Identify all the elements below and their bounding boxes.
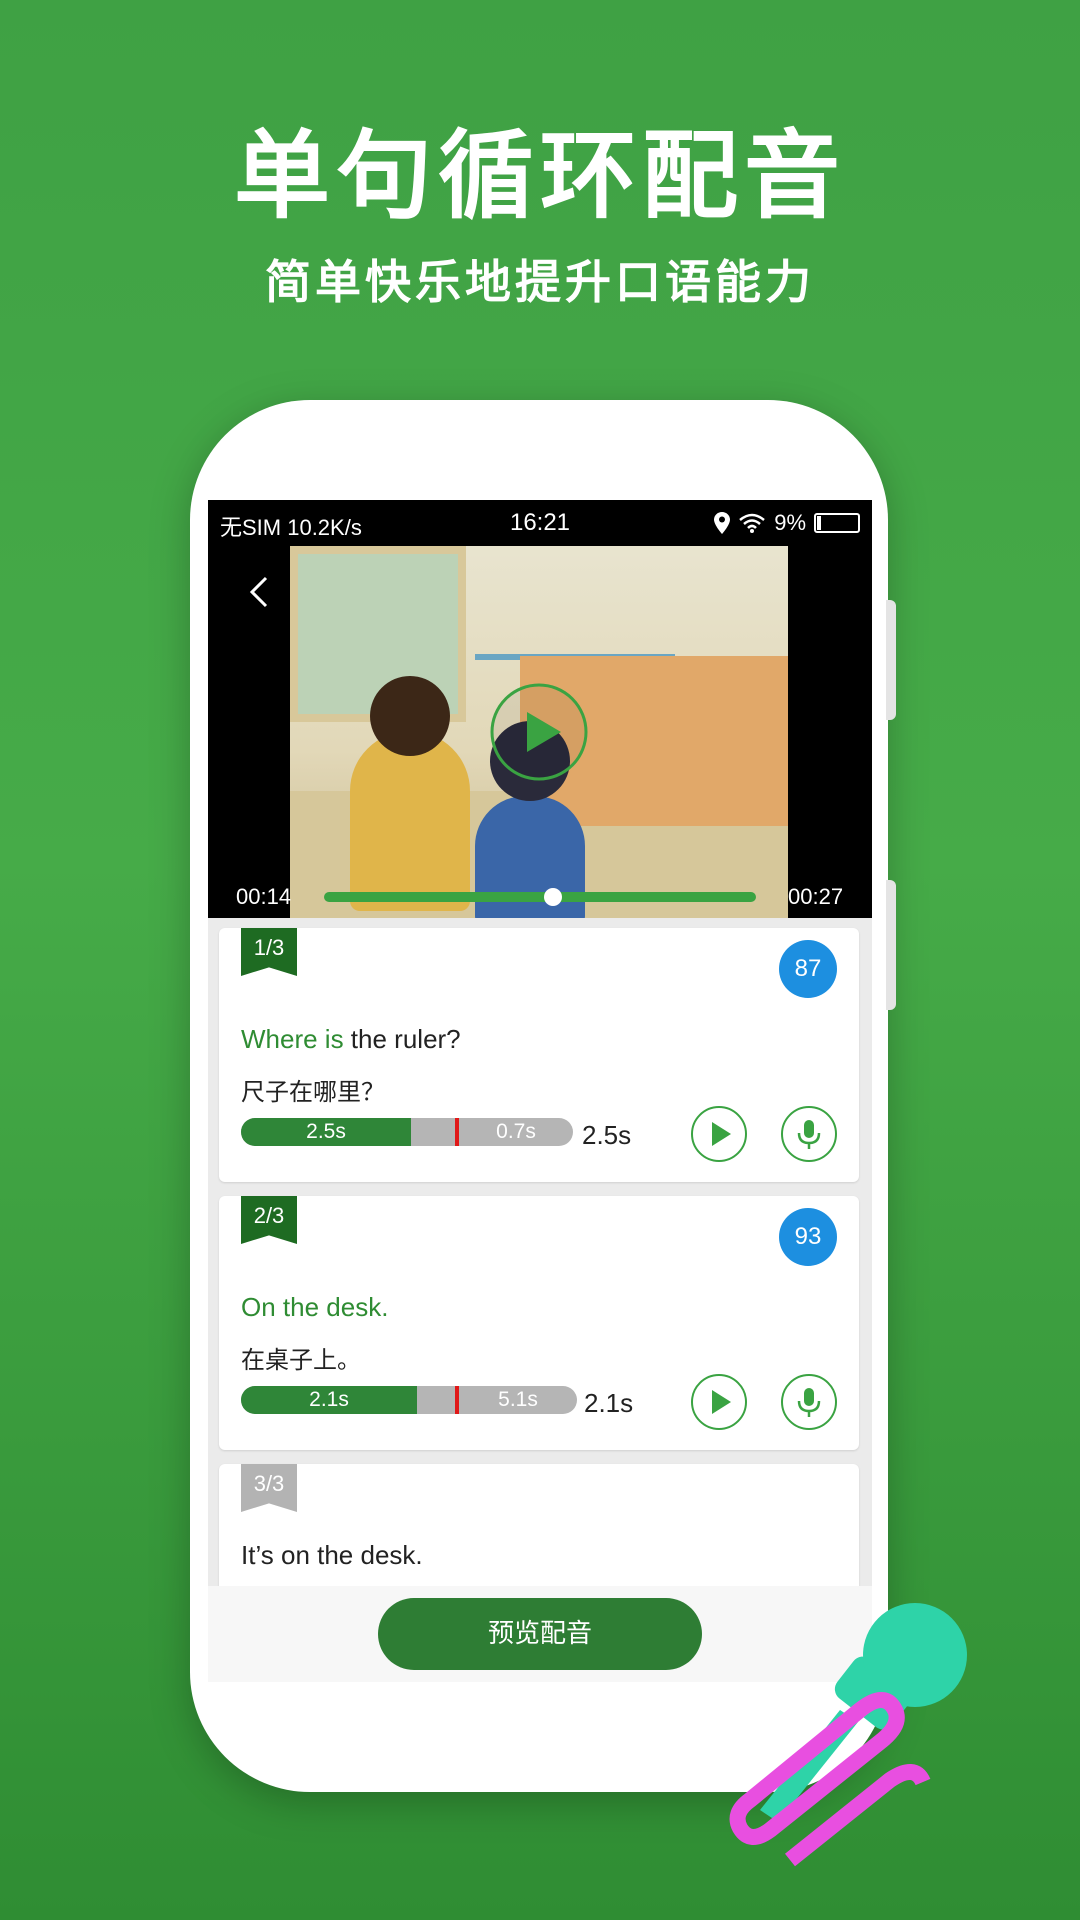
sentence-duration: 2.5s — [582, 1120, 632, 1150]
play-icon — [712, 1390, 731, 1414]
video-player[interactable]: 00:14 00:27 — [208, 546, 872, 918]
video-current-time: 00:14 — [236, 884, 292, 909]
sentence-index-tag: 3/3 — [241, 1464, 297, 1512]
sentence-card[interactable]: 1/3 87 Where is the ruler? 尺子在哪里？ 2.5s 0… — [219, 928, 859, 1182]
subheadline: 简单快乐地提升口语能力 — [265, 255, 815, 309]
sentence-index-tag: 2/3 — [241, 1196, 297, 1244]
recording-progress-bar: 2.1s 5.1s — [241, 1386, 577, 1414]
wifi-icon — [739, 513, 766, 533]
video-progress-thumb[interactable] — [544, 888, 562, 906]
sentence-translation: 尺子在哪里？ — [241, 1078, 385, 1106]
play-icon — [712, 1122, 731, 1146]
battery-icon — [814, 513, 860, 533]
sentence-english: On the desk. — [241, 1292, 389, 1322]
video-progress-bar[interactable] — [324, 892, 756, 902]
sentence-card[interactable]: 2/3 93 On the desk. 在桌子上。 2.1s 5.1s 2.1s — [219, 1196, 859, 1450]
sentence-translation: 在桌子上。 — [241, 1346, 361, 1374]
record-button[interactable] — [781, 1374, 837, 1430]
score-badge: 93 — [779, 1208, 837, 1266]
battery-percent: 9% — [774, 510, 806, 535]
status-bar: 无SIM 10.2K/s 16:21 9% — [208, 500, 872, 546]
sentence-english: It’s on the desk. — [241, 1540, 423, 1570]
location-icon — [714, 512, 731, 534]
microphone-decoration-icon — [729, 1603, 967, 1867]
sentence-duration: 2.1s — [584, 1388, 634, 1418]
recording-progress-bar: 2.5s 0.7s — [241, 1118, 573, 1146]
status-right: 9% — [714, 510, 860, 536]
play-recording-button[interactable] — [691, 1374, 747, 1430]
play-recording-button[interactable] — [691, 1106, 747, 1162]
phone-side-button — [886, 880, 896, 1010]
microphone-icon — [797, 1120, 821, 1149]
sentence-english: Where is the ruler? — [241, 1024, 461, 1054]
score-badge: 87 — [779, 940, 837, 998]
phone-screen: 无SIM 10.2K/s 16:21 9% 00:14 00:27 1/3 87… — [208, 500, 872, 1682]
headline: 单句循环配音 — [234, 120, 846, 232]
preview-dubbing-button[interactable]: 预览配音 — [378, 1598, 702, 1670]
video-total-time: 00:27 — [788, 884, 844, 909]
back-icon[interactable] — [244, 572, 274, 612]
play-icon[interactable] — [489, 682, 589, 782]
sentence-index-tag: 1/3 — [241, 928, 297, 976]
microphone-icon — [797, 1388, 821, 1417]
record-button[interactable] — [781, 1106, 837, 1162]
phone-side-button — [886, 600, 896, 720]
